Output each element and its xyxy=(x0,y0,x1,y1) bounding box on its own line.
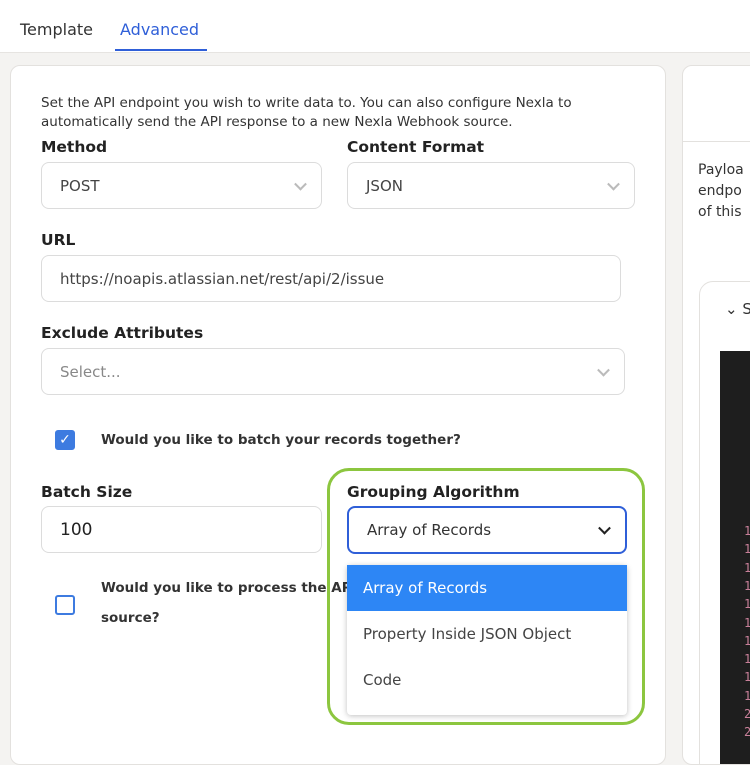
process-checkbox-label-2: source? xyxy=(101,610,160,626)
tab-template[interactable]: Template xyxy=(20,20,93,39)
content-format-select[interactable]: JSON xyxy=(347,162,635,209)
process-checkbox[interactable] xyxy=(55,595,75,615)
url-label: URL xyxy=(41,231,76,249)
line-number: 1 xyxy=(744,597,750,611)
payload-description: Payloa endpo of this xyxy=(698,160,744,223)
section-title: S xyxy=(742,300,750,318)
chevron-down-icon xyxy=(607,177,620,191)
line-number: 1 xyxy=(744,542,750,556)
line-number: 2 xyxy=(744,707,750,721)
line-number: 2 xyxy=(744,725,750,739)
line-number: 1 xyxy=(744,652,750,666)
batch-size-input[interactable]: 100 xyxy=(41,506,322,553)
desc-line: Payloa xyxy=(698,162,744,178)
chevron-down-icon xyxy=(597,363,610,377)
batch-checkbox-label: Would you like to batch your records tog… xyxy=(101,432,461,448)
line-number: 1 xyxy=(744,561,750,575)
batch-size-label: Batch Size xyxy=(41,483,133,501)
code-editor: 1 1 1 1 1 1 1 1 1 1 2 2 xyxy=(720,351,750,764)
description: Set the API endpoint you wish to write d… xyxy=(41,95,572,130)
payload-panel: Payloa endpo of this ⌄ S 1 1 1 1 1 1 1 1 1 1 2 2 xyxy=(682,65,750,765)
tab-advanced[interactable]: Advanced xyxy=(120,20,199,39)
line-number: 1 xyxy=(744,634,750,648)
active-tab-indicator xyxy=(115,49,207,51)
content-format-label: Content Format xyxy=(347,138,485,156)
exclude-attributes-select[interactable]: Select... xyxy=(41,348,625,395)
tab-bar: Template Advanced xyxy=(0,0,750,53)
url-input[interactable]: https://noapis.atlassian.net/rest/api/2/… xyxy=(41,255,621,302)
batch-size-value: 100 xyxy=(60,519,93,540)
process-checkbox-label: Would you like to process the AP xyxy=(101,580,352,596)
method-value: POST xyxy=(60,176,100,195)
batch-checkbox[interactable]: ✓ xyxy=(55,430,75,450)
divider xyxy=(683,141,750,142)
line-number: 1 xyxy=(744,689,750,703)
exclude-attributes-label: Exclude Attributes xyxy=(41,324,204,342)
exclude-placeholder: Select... xyxy=(60,362,121,381)
highlight-annotation xyxy=(327,468,645,725)
desc-line: endpo xyxy=(698,183,742,199)
chevron-down-icon xyxy=(294,177,307,191)
content-format-value: JSON xyxy=(366,176,403,195)
section-toggle[interactable]: ⌄ S xyxy=(725,300,750,318)
method-label: Method xyxy=(41,138,108,156)
line-number: 1 xyxy=(744,616,750,630)
desc-line: of this xyxy=(698,204,742,220)
line-number: 1 xyxy=(744,579,750,593)
line-number: 1 xyxy=(744,524,750,538)
url-value: https://noapis.atlassian.net/rest/api/2/… xyxy=(60,269,385,288)
method-select[interactable]: POST xyxy=(41,162,322,209)
line-number: 1 xyxy=(744,670,750,684)
